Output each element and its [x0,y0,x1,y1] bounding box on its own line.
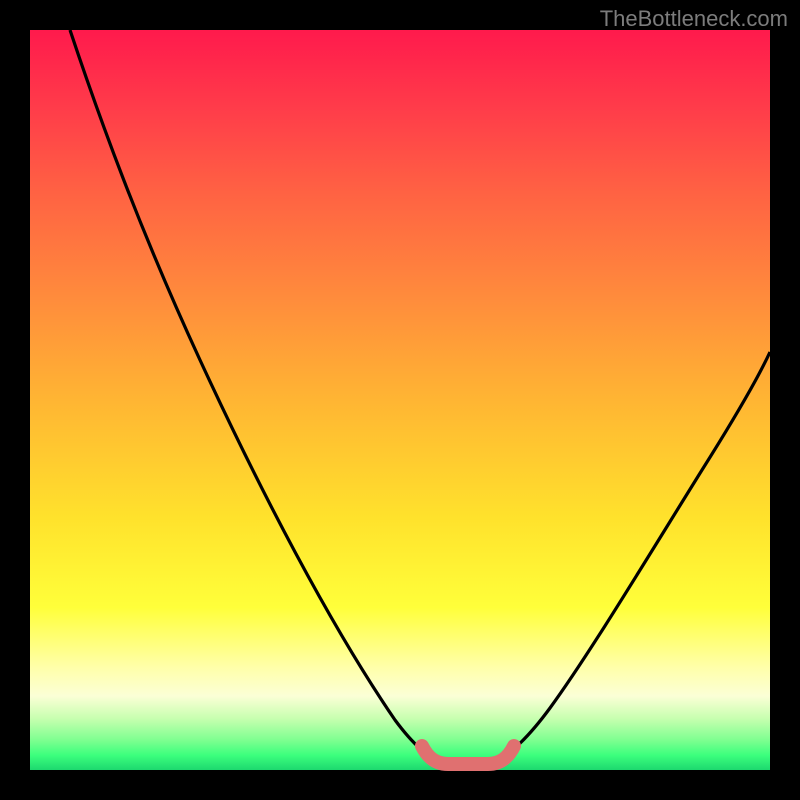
plateau-marker-line [422,746,514,764]
watermark-text: TheBottleneck.com [600,6,788,32]
chart-svg [30,30,770,770]
chart-frame: TheBottleneck.com [0,0,800,800]
chart-plot-area [30,30,770,770]
left-curve-line [70,30,438,760]
right-curve-line [498,352,770,760]
